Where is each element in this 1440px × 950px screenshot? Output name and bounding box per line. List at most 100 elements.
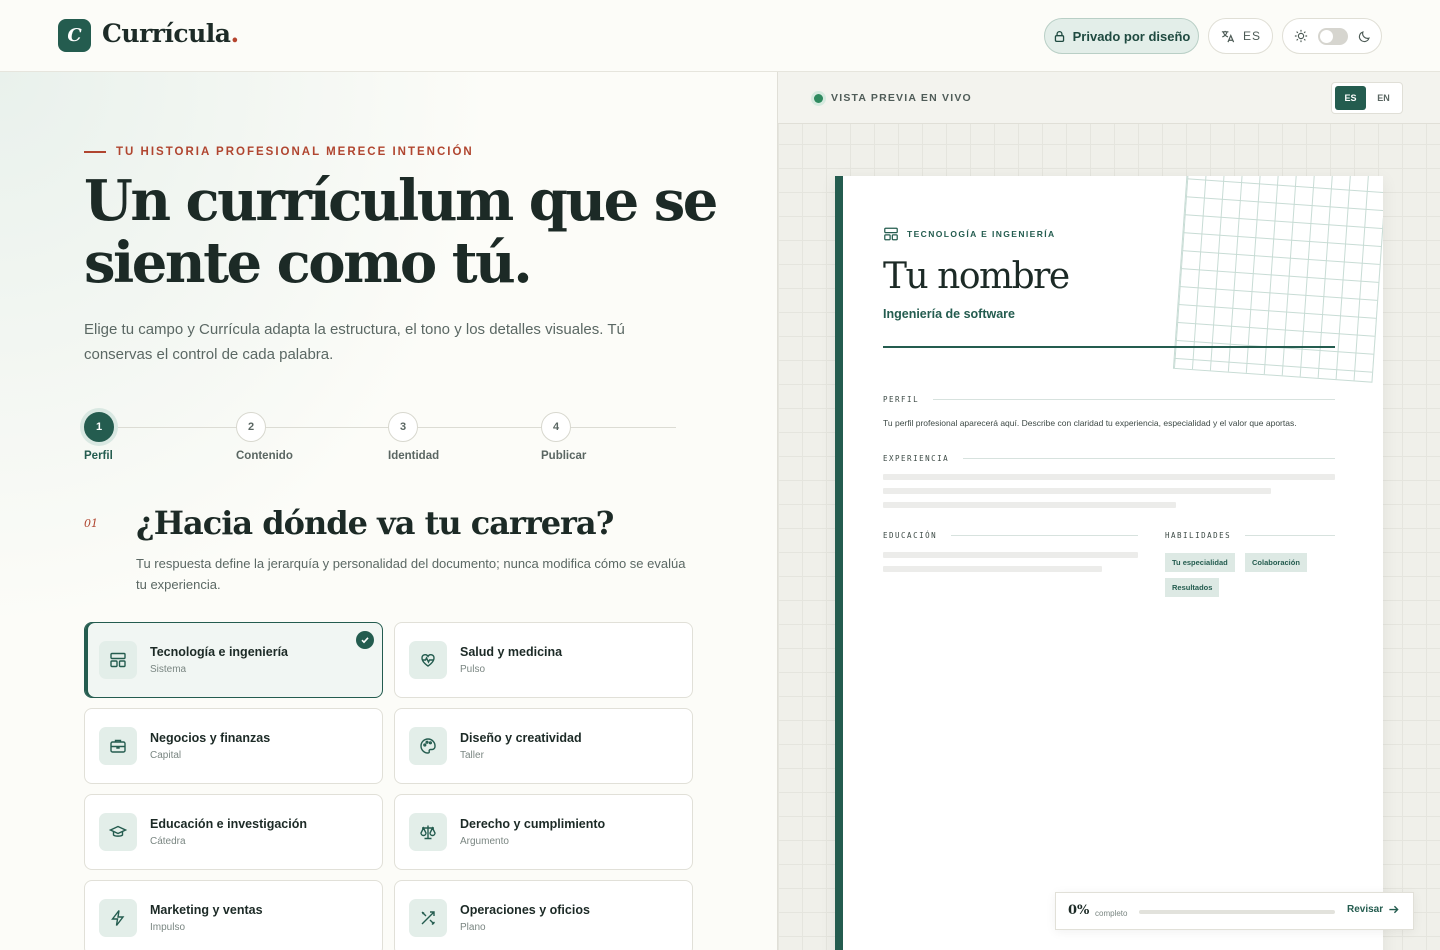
resume-section-profile: PERFIL (883, 395, 1335, 404)
field-card-education[interactable]: Educación e investigación Cátedra (84, 794, 383, 870)
resume-preview: TECNOLOGÍA E INGENIERÍA Tu nombre Ingeni… (835, 176, 1383, 950)
translate-icon (1221, 30, 1235, 42)
skill-chip: Tu especialidad (1165, 553, 1235, 572)
theme-switch[interactable] (1317, 27, 1348, 45)
stepper: 1 Perfil 2 Contenido 3 Identidad 4 Publi… (84, 412, 676, 472)
privacy-label: Privado por diseño (1072, 28, 1191, 44)
field-subtitle: Plano (460, 922, 486, 933)
graduation-cap-icon (99, 813, 137, 851)
skill-chip: Colaboración (1245, 553, 1307, 572)
top-bar: C Currícula. Privado por diseño ES (0, 0, 1440, 72)
field-title: Diseño y creatividad (460, 731, 582, 745)
logo-dot: . (230, 19, 240, 48)
logo[interactable]: Currícula. (102, 19, 239, 48)
step-label: Publicar (541, 450, 587, 462)
field-subtitle: Capital (150, 750, 182, 761)
progress-caption: completo (1095, 909, 1128, 918)
preview-language-switch: ES EN (1331, 82, 1403, 114)
field-card-law[interactable]: Derecho y cumplimiento Argumento (394, 794, 693, 870)
moon-icon (1358, 30, 1370, 42)
preview-panel: VISTA PREVIA EN VIVO ES EN TECNOLOGÍA E … (777, 72, 1440, 950)
logo-text: Currícula (102, 19, 231, 48)
field-card-marketing[interactable]: Marketing y ventas Impulso (84, 880, 383, 950)
resume-profile-text: Tu perfil profesional aparecerá aquí. De… (883, 418, 1297, 428)
field-title: Negocios y finanzas (150, 731, 271, 745)
arrow-right-icon (1389, 905, 1399, 914)
hero-subtitle: Elige tu campo y Currícula adapta la est… (84, 321, 625, 363)
field-title: Operaciones y oficios (460, 903, 590, 917)
field-card-health[interactable]: Salud y medicina Pulso (394, 622, 693, 698)
step-label: Contenido (236, 450, 293, 462)
field-subtitle: Taller (460, 750, 484, 761)
resume-accent-bar (835, 176, 843, 950)
hero-eyebrow: TU HISTORIA PROFESIONAL MERECE INTENCIÓN (84, 146, 474, 158)
layout-icon (99, 641, 137, 679)
live-status-dot (814, 93, 823, 103)
placeholder-line (883, 552, 1138, 558)
resume-divider (883, 346, 1335, 348)
hero-title: Un currículum que se siente como tú. (84, 168, 718, 296)
review-button[interactable]: Revisar (1347, 904, 1399, 915)
theme-toggle[interactable] (1282, 18, 1382, 54)
question-subtitle: Tu respuesta define la jerarquía y perso… (136, 556, 686, 592)
placeholder-line (883, 488, 1271, 494)
field-title: Marketing y ventas (150, 903, 263, 917)
briefcase-icon (99, 727, 137, 765)
progress-percent: 0% (1068, 903, 1090, 918)
logo-mark[interactable]: C (58, 19, 91, 52)
review-label: Revisar (1347, 904, 1384, 915)
privacy-badge[interactable]: Privado por diseño (1044, 18, 1199, 54)
field-title: Educación e investigación (150, 817, 307, 831)
question-number: 01 (84, 517, 98, 530)
resume-field-text: TECNOLOGÍA E INGENIERÍA (907, 229, 1056, 239)
field-title: Salud y medicina (460, 645, 563, 659)
skill-chip: Resultados (1165, 578, 1220, 597)
field-subtitle: Cátedra (150, 836, 186, 847)
field-subtitle: Sistema (150, 664, 187, 675)
resume-section-skills: HABILIDADES (1165, 531, 1335, 540)
placeholder-line (883, 502, 1176, 508)
lightning-icon (99, 899, 137, 937)
progress-bar (1139, 910, 1335, 914)
heart-pulse-icon (409, 641, 447, 679)
placeholder-line (883, 566, 1102, 572)
field-card-technology[interactable]: Tecnología e ingeniería Sistema (84, 622, 383, 698)
field-subtitle: Impulso (150, 922, 186, 933)
field-card-business[interactable]: Negocios y finanzas Capital (84, 708, 383, 784)
step-number: 3 (388, 412, 418, 442)
preview-lang-es[interactable]: ES (1335, 86, 1366, 110)
step-identidad[interactable]: 3 Identidad (388, 412, 439, 462)
decorative-grid (1172, 176, 1383, 383)
preview-lang-en[interactable]: EN (1368, 86, 1399, 110)
resume-section-experience: EXPERIENCIA (883, 454, 1335, 463)
placeholder-line (883, 474, 1335, 480)
step-number: 4 (541, 412, 571, 442)
field-title: Tecnología e ingeniería (150, 645, 288, 659)
live-preview-label: VISTA PREVIA EN VIVO (814, 92, 972, 104)
language-selector[interactable]: ES (1208, 18, 1273, 54)
resume-role: Ingeniería de software (883, 307, 1015, 321)
step-label: Identidad (388, 450, 440, 462)
language-code: ES (1242, 29, 1261, 43)
resume-name: Tu nombre (883, 256, 1070, 297)
progress-widget: 0% completo Revisar (1055, 892, 1414, 930)
preview-toolbar: VISTA PREVIA EN VIVO ES EN (778, 72, 1440, 124)
step-publicar[interactable]: 4 Publicar (541, 412, 586, 462)
field-subtitle: Argumento (460, 836, 509, 847)
step-perfil[interactable]: 1 Perfil (84, 412, 114, 462)
scale-icon (409, 813, 447, 851)
layout-icon (884, 227, 898, 241)
sun-icon (1294, 29, 1307, 43)
form-panel: TU HISTORIA PROFESIONAL MERECE INTENCIÓN… (0, 72, 777, 950)
palette-icon (409, 727, 447, 765)
field-card-operations[interactable]: Operaciones y oficios Plano (394, 880, 693, 950)
field-card-design[interactable]: Diseño y creatividad Taller (394, 708, 693, 784)
tools-icon (409, 899, 447, 937)
step-number: 1 (84, 412, 114, 442)
check-icon (356, 631, 374, 649)
field-subtitle: Pulso (460, 664, 486, 675)
resume-field-label: TECNOLOGÍA E INGENIERÍA (883, 226, 1056, 242)
step-contenido[interactable]: 2 Contenido (236, 412, 293, 462)
lock-icon (1054, 30, 1064, 42)
resume-section-education: EDUCACIÓN (883, 531, 1138, 540)
